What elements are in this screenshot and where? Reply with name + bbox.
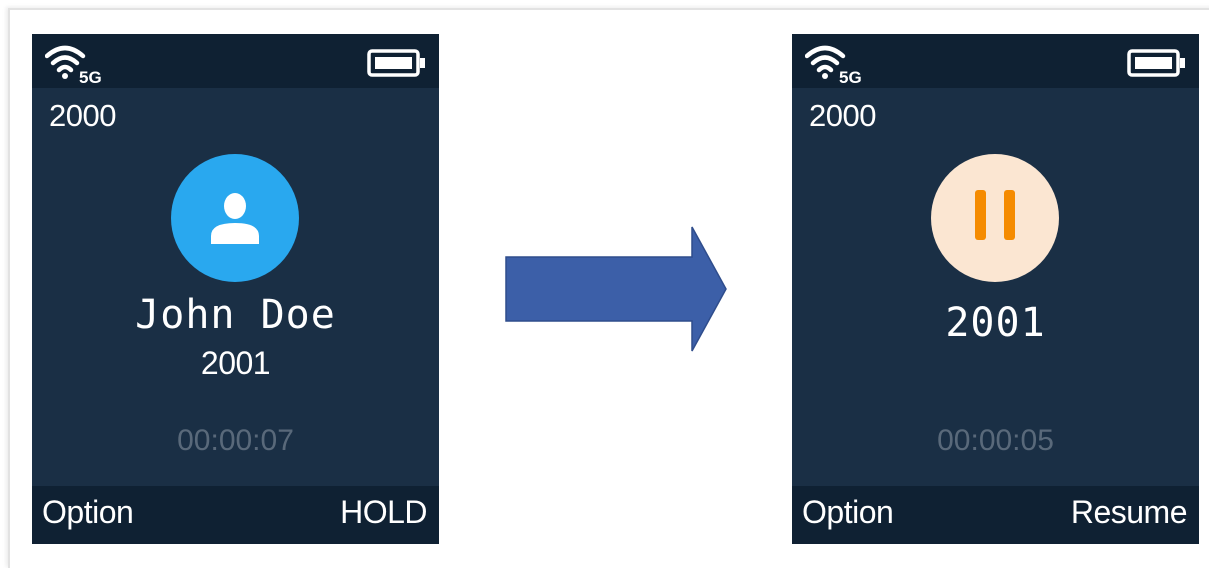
option-softkey[interactable]: Option	[802, 494, 894, 531]
pause-icon	[931, 154, 1059, 282]
wifi-5g-icon: 5G	[45, 45, 102, 85]
call-timer: 00:00:07	[177, 424, 294, 457]
line-number: 2000	[809, 98, 876, 133]
battery-icon	[1127, 49, 1185, 77]
phone-screen-on-hold: 5G 2000 2001 00:00:05 Option Resume	[792, 34, 1199, 544]
contact-number: 2001	[200, 345, 271, 381]
network-label: 5G	[79, 68, 102, 85]
softkey-bar: Option Resume	[792, 486, 1199, 544]
call-timer: 00:00:05	[937, 424, 1054, 457]
battery-icon	[367, 49, 425, 77]
status-bar: 5G	[32, 34, 439, 88]
right-arrow-icon	[505, 226, 727, 352]
pause-bar	[1004, 190, 1015, 240]
network-label: 5G	[839, 68, 862, 85]
pause-bar	[975, 190, 986, 240]
resume-softkey[interactable]: Resume	[1071, 494, 1188, 531]
softkey-bar: Option HOLD	[32, 486, 439, 544]
hold-softkey[interactable]: HOLD	[340, 494, 427, 531]
phone-screen-active-call: 5G 2000 John Doe 2001 00:00:07 Option HO…	[32, 34, 439, 544]
option-softkey[interactable]: Option	[42, 494, 134, 531]
status-bar: 5G	[792, 34, 1199, 88]
line-number: 2000	[49, 98, 116, 133]
wifi-5g-icon: 5G	[805, 45, 862, 85]
contact-avatar-icon	[171, 154, 299, 282]
contact-name: John Doe	[135, 292, 336, 338]
contact-number: 2001	[945, 300, 1046, 346]
